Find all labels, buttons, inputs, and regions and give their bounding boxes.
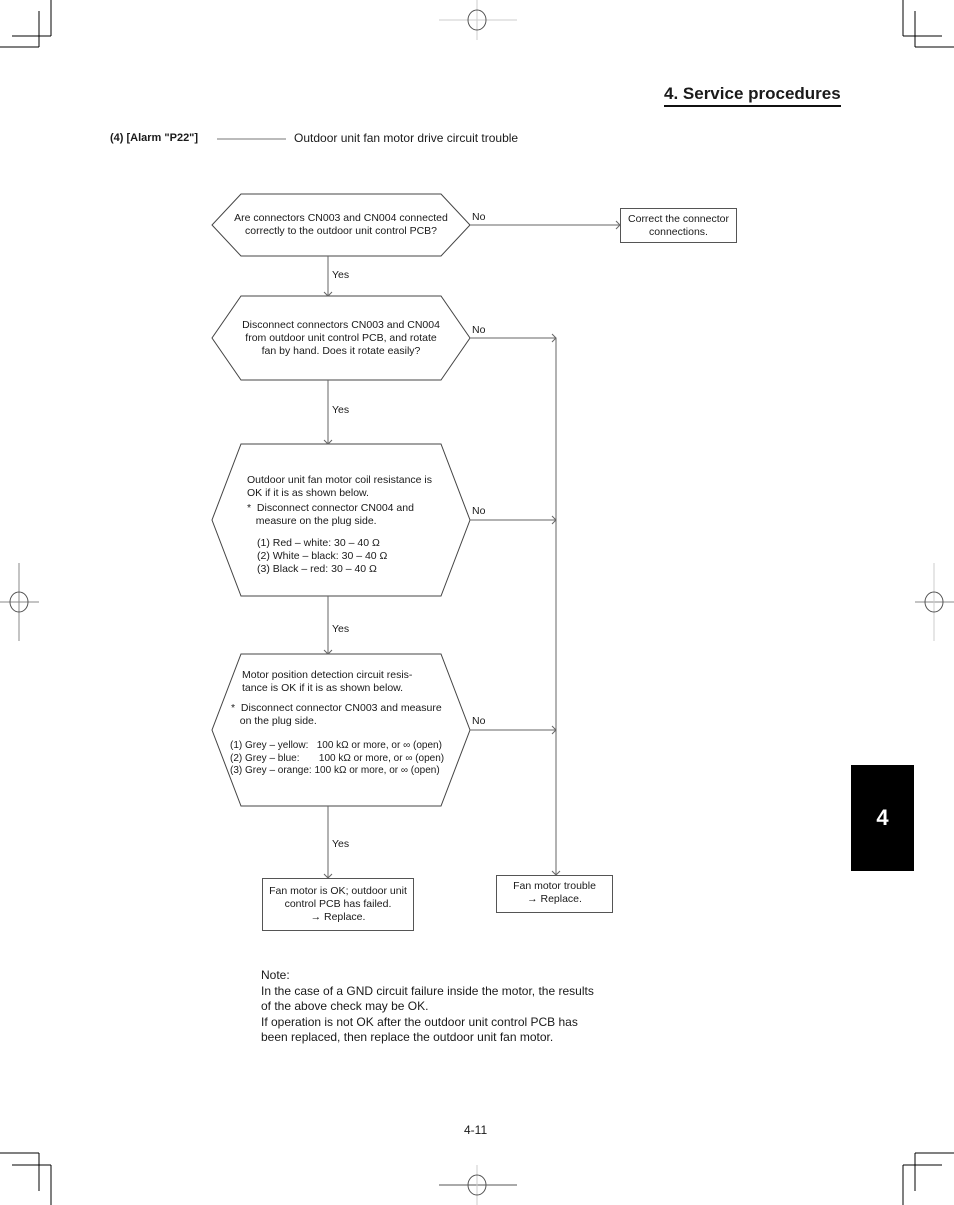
note-line: If operation is not OK after the outdoor… — [261, 1014, 578, 1029]
decision-1-text: Are connectors CN003 and CN004 connected… — [222, 212, 460, 238]
decision-2-yes-label: Yes — [332, 404, 350, 416]
note-block: Note: In the case of a GND circuit failu… — [261, 968, 594, 1046]
result-pcb-failed: Fan motor is OK; outdoor unit control PC… — [262, 878, 414, 931]
decision-4-check: (2) Grey – blue: 100 kΩ or more, or ∞ (o… — [230, 752, 445, 764]
result-line: Fan motor is OK; outdoor unit — [269, 885, 407, 897]
registration-mark-left — [0, 563, 39, 641]
result-line: connections. — [649, 226, 708, 238]
decision-1-line: correctly to the outdoor unit control PC… — [244, 225, 437, 237]
result-line: → Replace. — [310, 911, 366, 923]
decision-4-instruction: * Disconnect connector CN003 and measure — [231, 702, 442, 714]
decision-3-yes-label: Yes — [332, 623, 350, 635]
alarm-description: Outdoor unit fan motor drive circuit tro… — [294, 131, 519, 145]
decision-2-line: fan by hand. Does it rotate easily? — [261, 345, 421, 357]
decision-4-checks: (1) Grey – yellow: 100 kΩ or more, or ∞ … — [230, 740, 444, 778]
decision-4-yes-label: Yes — [332, 838, 350, 850]
decision-2-line: Disconnect connectors CN003 and CN004 — [242, 319, 440, 331]
decision-3-no-label: No — [472, 505, 486, 517]
decision-1-no-label: No — [472, 211, 486, 223]
decision-3-text: Outdoor unit fan motor coil resistance i… — [247, 474, 432, 576]
result-motor-trouble: Fan motor trouble → Replace. — [496, 875, 613, 913]
result-correct-connectors: Correct the connector connections. — [620, 208, 737, 243]
decision-4-intro: tance is OK if it is as shown below. — [242, 682, 404, 694]
decision-1-line: Are connectors CN003 and CN004 connected — [234, 212, 448, 224]
decision-2-no-label: No — [472, 324, 486, 336]
note-line: of the above check may be OK. — [261, 999, 429, 1013]
decision-3-check: (2) White – black: 30 – 40 Ω — [257, 550, 388, 562]
registration-mark-right — [915, 563, 954, 641]
decision-3-intro: Outdoor unit fan motor coil resistance i… — [247, 474, 433, 486]
registration-mark-top — [439, 0, 517, 40]
decision-2-text: Disconnect connectors CN003 and CN004 fr… — [222, 319, 460, 358]
section-title: 4. Service procedures — [664, 84, 841, 107]
decision-4-no-label: No — [472, 715, 486, 727]
decision-3-instruction: * Disconnect connector CN004 and — [247, 502, 414, 514]
decision-4-check: (3) Grey – orange: 100 kΩ or more, or ∞ … — [230, 765, 440, 776]
decision-4-text: Motor position detection circuit resis- … — [231, 669, 442, 728]
result-line: control PCB has failed. — [284, 898, 392, 910]
decision-4-intro: Motor position detection circuit resis- — [242, 669, 413, 681]
result-line: → Replace. — [527, 893, 582, 905]
decision-1-yes-label: Yes — [332, 269, 350, 281]
result-line: Correct the connector — [628, 213, 729, 225]
decision-3-check: (3) Black – red: 30 – 40 Ω — [257, 563, 377, 575]
note-heading: Note: — [261, 968, 290, 982]
decision-3-instruction: measure on the plug side. — [247, 515, 377, 527]
result-line: Fan motor trouble — [513, 880, 596, 892]
page-number: 4-11 — [464, 1123, 488, 1137]
decision-4-check: (1) Grey – yellow: 100 kΩ or more, or ∞ … — [230, 740, 442, 751]
decision-3-intro: OK if it is as shown below. — [247, 487, 369, 499]
decision-2-line: from outdoor unit control PCB, and rotat… — [245, 332, 437, 344]
chapter-tab: 4 — [851, 765, 914, 871]
decision-3-check: (1) Red – white: 30 – 40 Ω — [257, 537, 380, 549]
decision-4-instruction: on the plug side. — [231, 715, 317, 727]
note-line: In the case of a GND circuit failure ins… — [261, 983, 594, 998]
note-line: been replaced, then replace the outdoor … — [261, 1030, 554, 1044]
chapter-tab-label: 4 — [876, 805, 889, 830]
registration-mark-bottom — [439, 1165, 517, 1205]
alarm-code-label: (4) [Alarm "P22"] — [110, 132, 199, 144]
